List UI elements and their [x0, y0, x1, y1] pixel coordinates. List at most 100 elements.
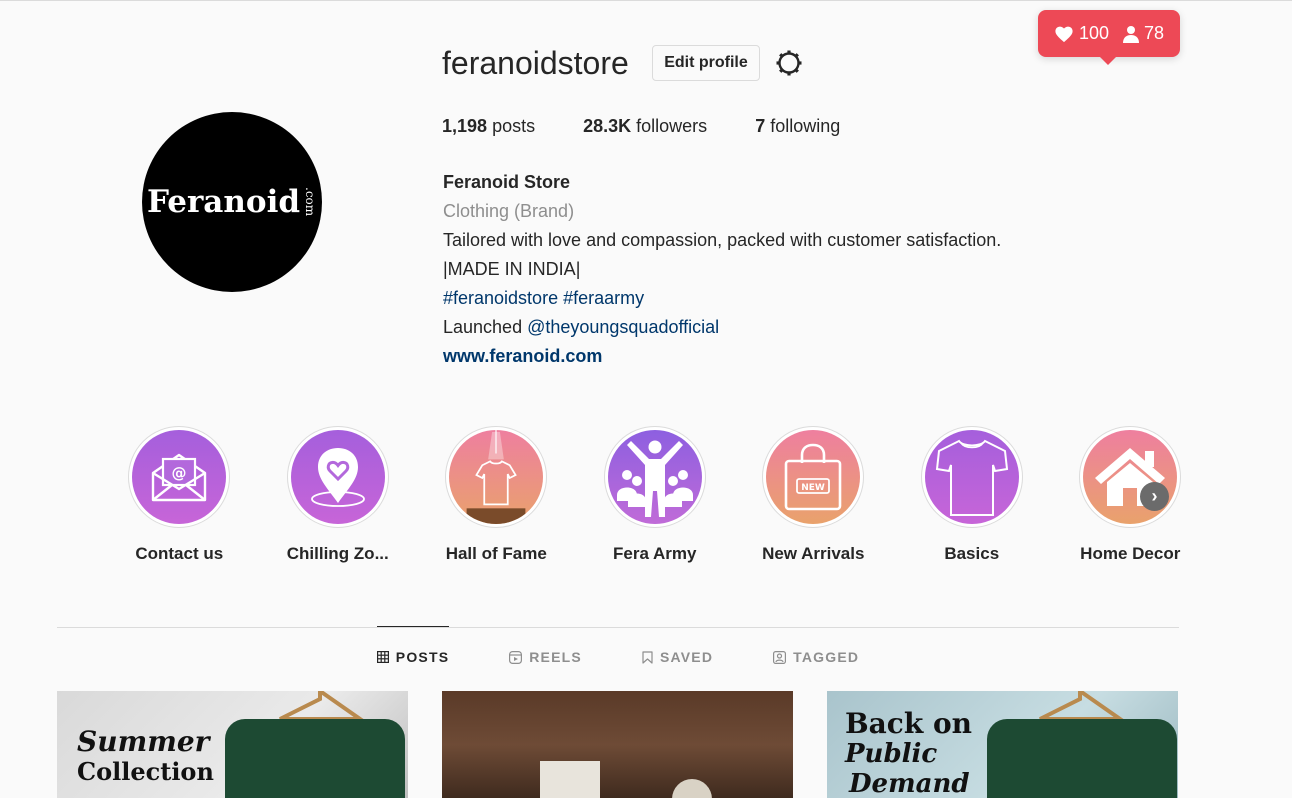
- highlight-ring: @: [128, 426, 231, 528]
- highlight-basics[interactable]: Basics: [893, 426, 1052, 564]
- bio-line-1: Tailored with love and compassion, packe…: [443, 230, 1002, 250]
- highlight-cover: [607, 430, 702, 524]
- bio-name: Feranoid Store: [443, 172, 571, 192]
- followers-count: 28.3K: [583, 116, 632, 136]
- followers-stat[interactable]: 28.3K followers: [583, 116, 707, 137]
- profile-bio: Feranoid Store Clothing (Brand) Tailored…: [443, 168, 1001, 371]
- post-thumbnail[interactable]: Summer Collection: [57, 691, 408, 798]
- heart-pin-icon: [310, 448, 365, 507]
- bio-launched-prefix: Launched: [443, 317, 528, 337]
- highlight-home-decor[interactable]: Home Decor: [1051, 426, 1210, 564]
- post-grid: Summer Collection Back on Public Demand: [57, 691, 1178, 798]
- tshirt-image: [987, 719, 1177, 798]
- envelope-icon: @: [152, 453, 207, 502]
- likes-count-group: 100: [1054, 23, 1109, 44]
- tab-label: SAVED: [659, 649, 714, 665]
- post-caption-line: Demand: [849, 769, 970, 798]
- tshirt-image: [225, 719, 405, 798]
- activity-notification[interactable]: 100 78: [1038, 10, 1180, 65]
- highlight-ring: [603, 426, 706, 528]
- bio-launched: Launched @theyoungsquadofficial: [443, 313, 1001, 342]
- following-stat[interactable]: 7 following: [755, 116, 840, 137]
- post-caption-line: Public: [845, 739, 938, 769]
- highlight-ring: [445, 426, 548, 528]
- post-caption-line: Back on: [845, 707, 973, 740]
- highlight-label: Contact us: [135, 544, 224, 563]
- tab-tagged[interactable]: TAGGED: [773, 626, 859, 686]
- tab-saved[interactable]: SAVED: [642, 626, 713, 686]
- profile-tabs: POSTS REELS SAVED TAGGED: [57, 626, 1179, 686]
- hanger-icon: [279, 691, 365, 721]
- tab-posts[interactable]: POSTS: [376, 626, 450, 686]
- brand-logo: Feranoid .com: [147, 184, 317, 220]
- post-caption-line: Summer: [77, 725, 210, 758]
- post-thumbnail[interactable]: Back on Public Demand: [827, 691, 1178, 798]
- bio-mention-link[interactable]: @theyoungsquadofficial: [527, 317, 719, 337]
- posts-label: posts: [492, 116, 536, 136]
- follows-count-group: 78: [1123, 23, 1164, 44]
- posts-stat: 1,198 posts: [442, 116, 535, 137]
- tagged-icon: [773, 650, 787, 664]
- heart-icon: [1055, 26, 1073, 42]
- highlight-cover: [290, 430, 385, 524]
- svg-text:NEW: NEW: [801, 483, 825, 493]
- tab-label: TAGGED: [793, 649, 860, 665]
- following-count: 7: [755, 116, 766, 136]
- bookmark-icon: [642, 650, 653, 664]
- person-icon: [1123, 25, 1139, 43]
- highlight-chilling-zone[interactable]: Chilling Zo...: [259, 426, 418, 564]
- highlight-cover: [1083, 430, 1178, 524]
- highlight-cover: [924, 430, 1019, 524]
- story-highlights: @ Contact us Chilling Zo... Hall of Fame…: [100, 426, 1210, 564]
- tab-reels[interactable]: REELS: [509, 626, 582, 686]
- highlight-new-arrivals[interactable]: NEW New Arrivals: [734, 426, 893, 564]
- post-thumbnail[interactable]: [442, 691, 793, 798]
- edit-profile-button[interactable]: Edit profile: [652, 45, 760, 81]
- reels-icon: [509, 650, 523, 664]
- hanger-icon: [1039, 691, 1125, 721]
- brand-logo-text: Feranoid: [146, 184, 301, 220]
- post-caption-line: Collection: [77, 757, 214, 786]
- highlight-ring: [1079, 426, 1182, 528]
- highlight-fera-army[interactable]: Fera Army: [576, 426, 735, 564]
- bio-hashtags[interactable]: #feranoidstore #feraarmy: [443, 284, 1001, 313]
- profile-username: feranoidstore: [442, 45, 629, 81]
- profile-stats: 1,198 posts 28.3K followers 7 following: [442, 116, 888, 137]
- post-photo-window: [672, 779, 712, 798]
- highlight-cover: NEW: [766, 430, 861, 524]
- highlights-next-arrow-icon[interactable]: ›: [1140, 482, 1169, 511]
- highlight-cover: @: [132, 430, 227, 524]
- shopping-bag-icon: NEW: [784, 443, 842, 511]
- highlight-ring: [286, 426, 389, 528]
- highlight-label: Basics: [944, 544, 1000, 563]
- tshirt-icon: [935, 439, 1008, 516]
- highlight-contact-us[interactable]: @ Contact us: [100, 426, 259, 564]
- profile-avatar[interactable]: Feranoid .com: [142, 112, 322, 292]
- highlight-label: Fera Army: [613, 544, 697, 563]
- tab-label: REELS: [529, 649, 582, 665]
- follows-count: 78: [1144, 23, 1165, 43]
- tshirt-spotlight-icon: [466, 430, 526, 524]
- followers-label: followers: [636, 116, 708, 136]
- bio-website-link[interactable]: www.feranoid.com: [443, 342, 1001, 371]
- highlight-hall-of-fame[interactable]: Hall of Fame: [417, 426, 576, 564]
- highlight-label: Chilling Zo...: [286, 544, 389, 563]
- highlight-cover: [449, 430, 544, 524]
- highlight-label: New Arrivals: [762, 544, 865, 563]
- highlight-label: Hall of Fame: [445, 544, 547, 563]
- following-label: following: [770, 116, 841, 136]
- highlight-label: Home Decor: [1080, 544, 1181, 563]
- brand-logo-suffix: .com: [303, 187, 318, 217]
- highlight-ring: NEW: [762, 426, 865, 528]
- posts-count: 1,198: [442, 116, 488, 136]
- tab-label: POSTS: [395, 649, 450, 665]
- post-photo-window: [540, 761, 600, 798]
- crowd-icon: [616, 440, 693, 517]
- likes-count: 100: [1078, 23, 1109, 43]
- settings-gear-icon[interactable]: [775, 49, 803, 77]
- grid-icon: [376, 651, 389, 663]
- svg-text:@: @: [172, 464, 187, 482]
- bio-line-2: |MADE IN INDIA|: [443, 259, 581, 279]
- highlight-ring: [920, 426, 1023, 528]
- bio-category: Clothing (Brand): [443, 201, 575, 221]
